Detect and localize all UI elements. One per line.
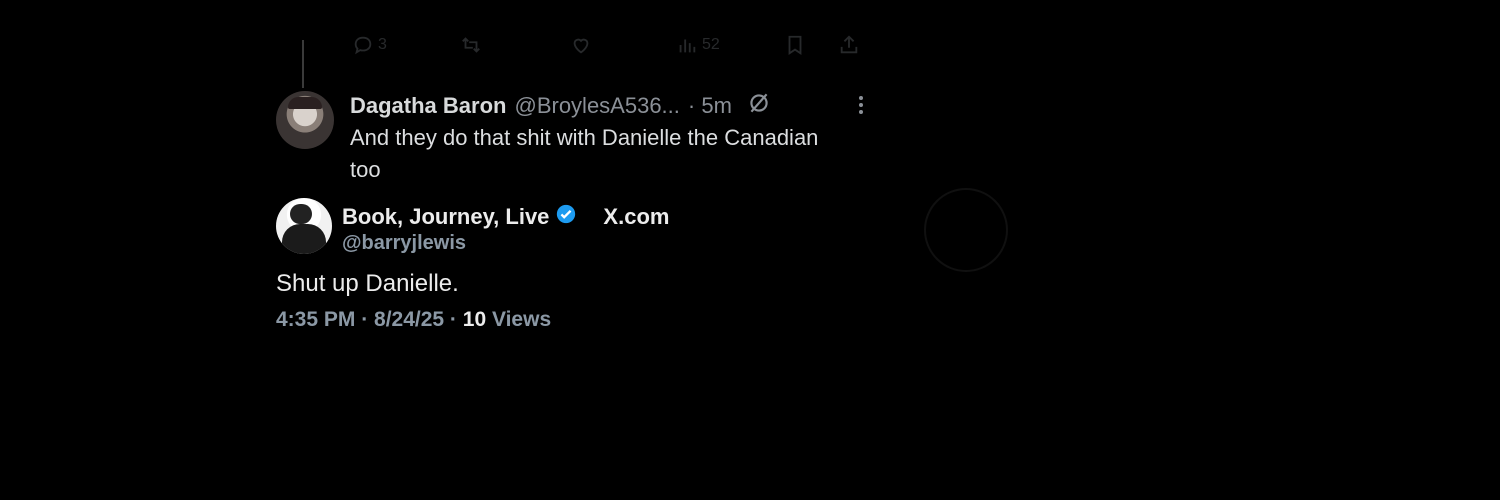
views-label: Views [491, 308, 552, 331]
author-name[interactable]: Book, Journey, Live [342, 204, 549, 230]
reply-header: Dagatha Baron @BroylesA536... · 5m [350, 90, 772, 122]
retweet-action[interactable] [460, 34, 482, 56]
retweet-icon [462, 37, 480, 53]
avatar[interactable] [276, 91, 334, 149]
reply-action[interactable]: 3 [352, 34, 387, 56]
tweet-timestamp[interactable]: 4:35 PM · 8/24/25 · [276, 308, 463, 331]
tweet-time[interactable]: · 5m [688, 93, 732, 119]
x-brand-label: X.com [603, 203, 670, 229]
quote-header: Book, Journey, Live X.com [342, 203, 669, 230]
analytics-icon [679, 39, 696, 53]
faded-circle-overlay [924, 188, 1008, 272]
heart-icon [573, 38, 589, 54]
tweet-meta: 4:35 PM · 8/24/25 · 10 Views [276, 308, 551, 332]
thread-connector-line [302, 40, 304, 88]
reply-icon [354, 36, 372, 55]
quoted-tweet[interactable]: Book, Journey, Live X.com @barryjlewis S… [276, 198, 756, 338]
tweet-text: And they do that shit with Danielle the … [350, 125, 819, 182]
more-options-icon[interactable] [856, 94, 866, 121]
author-handle[interactable]: @BroylesA536... [514, 93, 679, 119]
reply-tweet[interactable]: Dagatha Baron @BroylesA536... · 5m And t… [276, 88, 876, 188]
like-action[interactable] [570, 34, 592, 56]
author-name[interactable]: Dagatha Baron [350, 93, 506, 119]
tweet-text: Shut up Danielle. [276, 270, 459, 297]
share-action[interactable] [838, 34, 860, 56]
share-icon [840, 35, 858, 54]
verified-badge-icon [555, 203, 577, 230]
views-count: 10 [462, 308, 487, 331]
bookmark-action[interactable] [784, 34, 806, 56]
tweet-action-bar: 3 52 [352, 30, 872, 60]
screen: 3 52 Dagatha Baron @BroylesA536... · 5m [0, 0, 1500, 500]
views-count: 52 [702, 36, 720, 53]
avatar[interactable] [276, 198, 332, 254]
author-handle[interactable]: @barryjlewis [342, 232, 466, 255]
reply-count: 3 [378, 36, 387, 53]
views-action[interactable]: 52 [676, 34, 720, 56]
grok-icon[interactable] [746, 90, 772, 122]
bookmark-icon [788, 35, 802, 55]
